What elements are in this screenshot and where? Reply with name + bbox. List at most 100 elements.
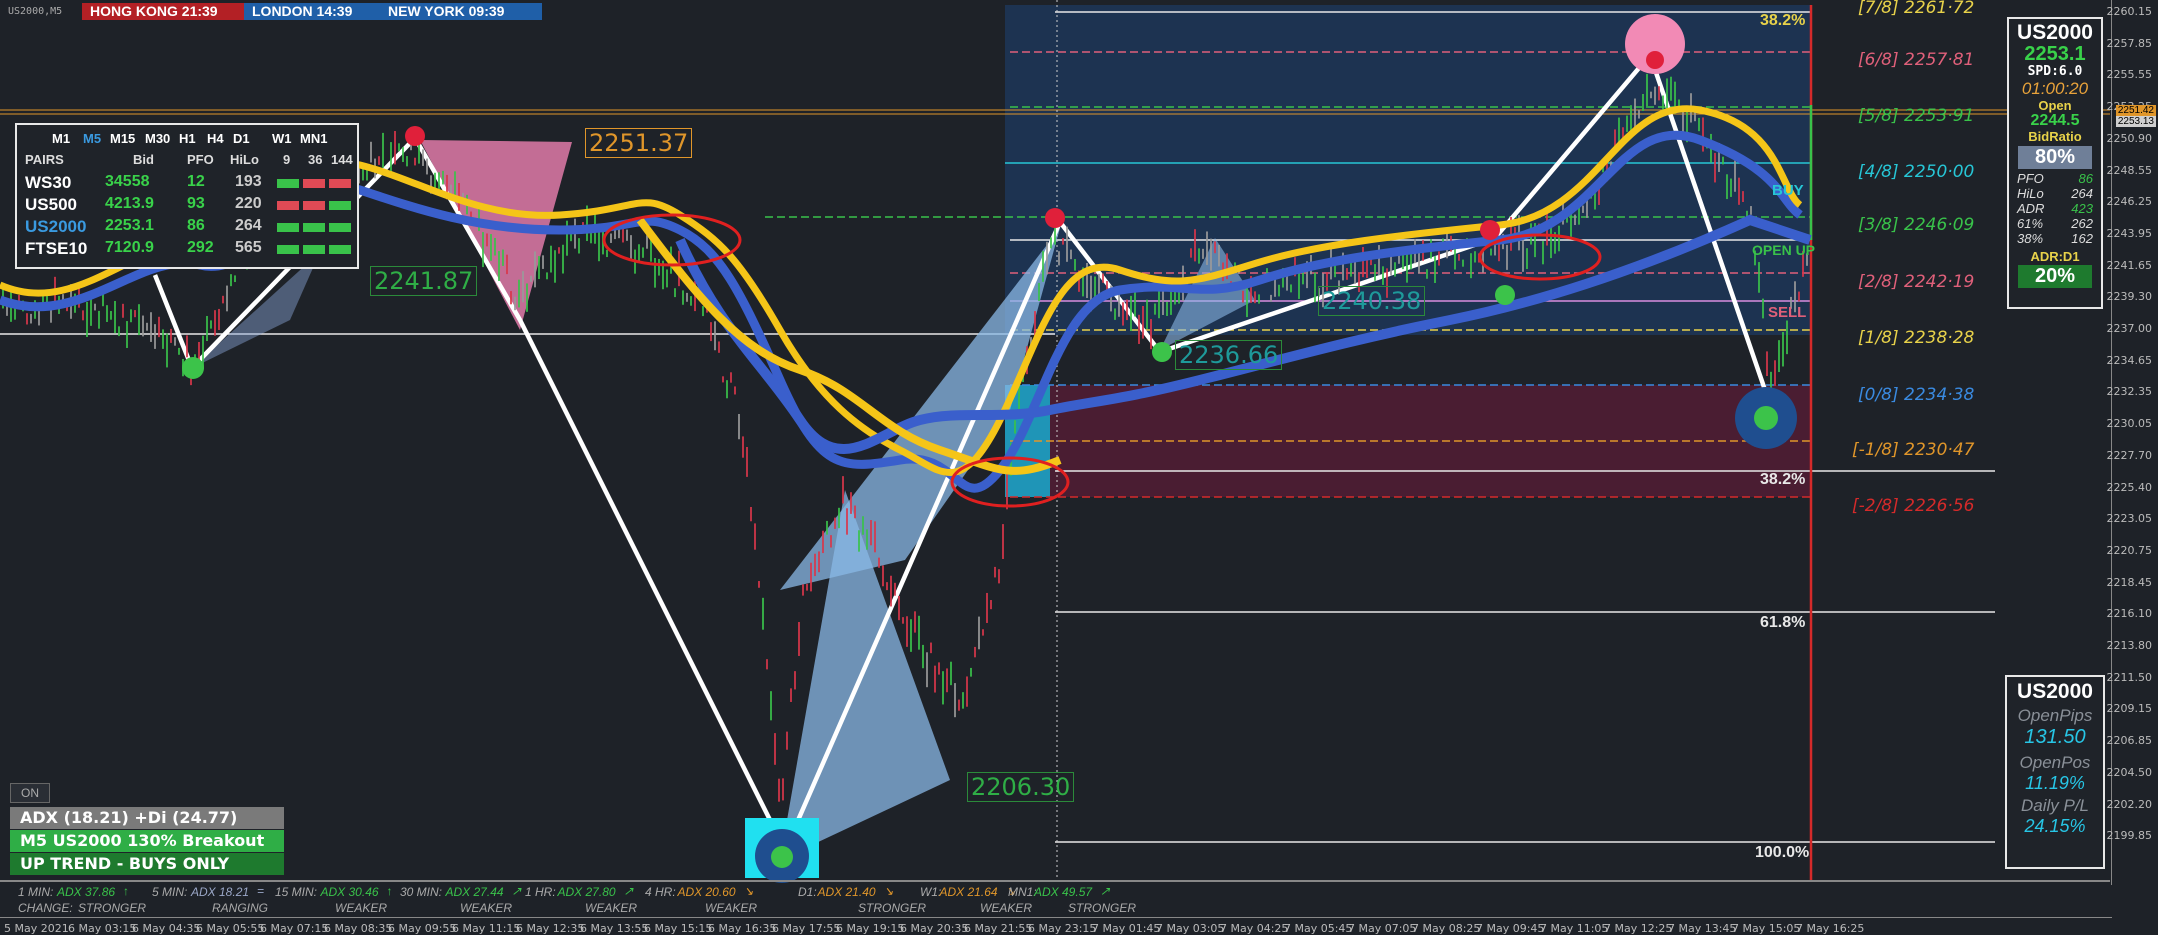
adx-value: ADX 49.57	[1034, 885, 1093, 899]
trend-bar	[329, 223, 351, 232]
time-tick: 6 May 13:55	[580, 922, 649, 935]
dashboard-column-header: PFO	[187, 152, 214, 167]
adx-change-label: CHANGE:	[18, 901, 73, 915]
time-tick: 7 May 03:05	[1156, 922, 1225, 935]
adx-timeframe-label: 1 MIN:	[18, 885, 54, 899]
open-pips-label: OpenPips	[2017, 706, 2093, 725]
trend-bar	[303, 223, 325, 232]
info-price: 2253.1	[2024, 43, 2086, 65]
info-stat-value: 262	[2071, 216, 2093, 231]
adx-arrow-icon: ↗	[623, 884, 634, 898]
price-tick: 2223.05	[2106, 512, 2153, 526]
session-clock: LONDON 14:39	[244, 3, 386, 20]
dashboard-column-header: 9	[283, 152, 291, 167]
hilo-value: 264	[235, 217, 262, 234]
price-tick: 2209.15	[2106, 702, 2153, 716]
info-stat-key: HiLo	[2017, 186, 2044, 201]
dashboard-row: FTSE10 7120.9 292 565	[25, 239, 351, 261]
pfo-value: 292	[187, 239, 214, 256]
time-tick: 7 May 12:25	[1604, 922, 1673, 935]
price-tick: 2237.00	[2106, 322, 2153, 335]
timeframe-tab[interactable]: M1	[52, 131, 70, 146]
info-stat-value: 264	[2071, 186, 2093, 201]
price-tick: 2225.40	[2106, 480, 2153, 494]
info-adr-label: ADR:D1	[2030, 249, 2080, 264]
price-tick: 2243.95	[2106, 226, 2153, 240]
price-tick: 2232.35	[2106, 385, 2153, 399]
pips-panel: US2000 OpenPips 131.50 OpenPos 11.19% Da…	[2005, 675, 2105, 869]
time-tick: 7 May 16:25	[1796, 922, 1865, 935]
on-toggle-button[interactable]: ON	[10, 783, 50, 803]
adx-value: ADX 37.86	[57, 885, 116, 899]
trend-bar	[277, 223, 299, 232]
timeframe-tab[interactable]: W1	[272, 131, 292, 146]
info-adr-value: 20%	[2018, 265, 2092, 288]
trend-bar	[303, 201, 325, 210]
time-tick: 6 May 11:15	[452, 922, 521, 935]
trend-bar	[277, 245, 299, 254]
timeframe-tab[interactable]: H1	[179, 131, 196, 146]
price-tick: 2202.20	[2106, 797, 2153, 811]
price-tick: 2239.30	[2106, 290, 2153, 304]
murrey-level-label: [-2/8] 2226·56	[1852, 496, 1975, 516]
time-tick: 7 May 05:45	[1284, 922, 1353, 935]
timeframe-tab[interactable]: M5	[83, 131, 101, 146]
open-pips-value: 131.50	[2024, 726, 2086, 748]
adx-state: RANGING	[212, 901, 269, 915]
murrey-level-label: [-1/8] 2230·47	[1852, 440, 1975, 460]
price-axis: 2260.152257.852255.552253.252250.902248.…	[2107, 0, 2158, 885]
murrey-level-label: [2/8] 2242·19	[1858, 272, 1975, 292]
adx-state: WEAKER	[460, 901, 513, 915]
murrey-level-label: [6/8] 2257·81	[1858, 50, 1975, 70]
time-tick: 7 May 11:05	[1540, 922, 1609, 935]
info-stat-value: 86	[2078, 171, 2093, 186]
trend-bar	[277, 201, 299, 210]
trend-bar	[329, 201, 351, 210]
murrey-level-label: [4/8] 2250·00	[1858, 162, 1975, 182]
pair-name: FTSE10	[25, 239, 88, 258]
breakout-status-box: M5 US2000 130% Breakout	[10, 830, 284, 852]
price-tick: 2250.90	[2106, 131, 2153, 145]
timeframe-tab[interactable]: M15	[110, 131, 135, 146]
price-tick: 2260.15	[2106, 5, 2153, 18]
info-countdown: 01:00:20	[2021, 79, 2089, 98]
timeframe-tab[interactable]: M30	[145, 131, 170, 146]
current-price-tag-2: 2253.13	[2115, 116, 2156, 127]
price-label-swing: 2241.87	[370, 266, 478, 296]
price-tick: 2227.70	[2106, 448, 2153, 462]
price-tick: 2241.65	[2106, 258, 2153, 272]
fib-382-mid: 38.2%	[1760, 471, 1806, 488]
info-stat-row: 61% 262	[2017, 216, 2093, 231]
price-tick: 2230.05	[2106, 417, 2153, 431]
info-open-value: 2244.5	[2030, 112, 2080, 129]
pair-name: WS30	[25, 173, 72, 192]
adx-value: ADX 20.60	[677, 885, 736, 899]
adx-state: WEAKER	[980, 901, 1033, 915]
time-tick: 6 May 08:35	[324, 922, 393, 935]
time-tick: 6 May 15:15	[644, 922, 713, 935]
time-axis-line	[0, 917, 2112, 918]
buy-label: BUY	[1772, 182, 1804, 199]
adx-timeframe-label: MN1:	[1008, 885, 1037, 899]
dashboard-column-header: Bid	[133, 152, 154, 167]
trend-bar	[303, 179, 325, 188]
info-stat-key: PFO	[2017, 171, 2044, 186]
price-label-pullback: 2240.38	[1318, 286, 1426, 316]
trend-bar	[303, 245, 325, 254]
adx-state: WEAKER	[335, 901, 388, 915]
adx-bar-divider	[0, 880, 2110, 882]
dashboard-row: US500 4213.9 93 220	[25, 195, 351, 217]
trend-bar	[329, 179, 351, 188]
price-tick: 2255.55	[2106, 68, 2153, 82]
adx-status-box: ADX (18.21) +Di (24.77)	[10, 807, 284, 829]
pair-name: US2000	[25, 217, 87, 236]
adx-arrow-icon: ↘	[743, 884, 754, 898]
timeframe-tab[interactable]: D1	[233, 131, 250, 146]
timeframe-tab[interactable]: H4	[207, 131, 224, 146]
pfo-value: 86	[187, 217, 205, 234]
adx-value: ADX 27.44	[445, 885, 504, 899]
timeframe-tab[interactable]: MN1	[300, 131, 327, 146]
adx-timeframe-label: D1:	[798, 885, 817, 899]
market-dashboard: M1 M5 M15 M30 H1 H4 D1 W1 MN1 PAIRS Bid PFO HiLo 9 36…	[15, 123, 359, 269]
price-tick: 2211.50	[2106, 670, 2153, 684]
